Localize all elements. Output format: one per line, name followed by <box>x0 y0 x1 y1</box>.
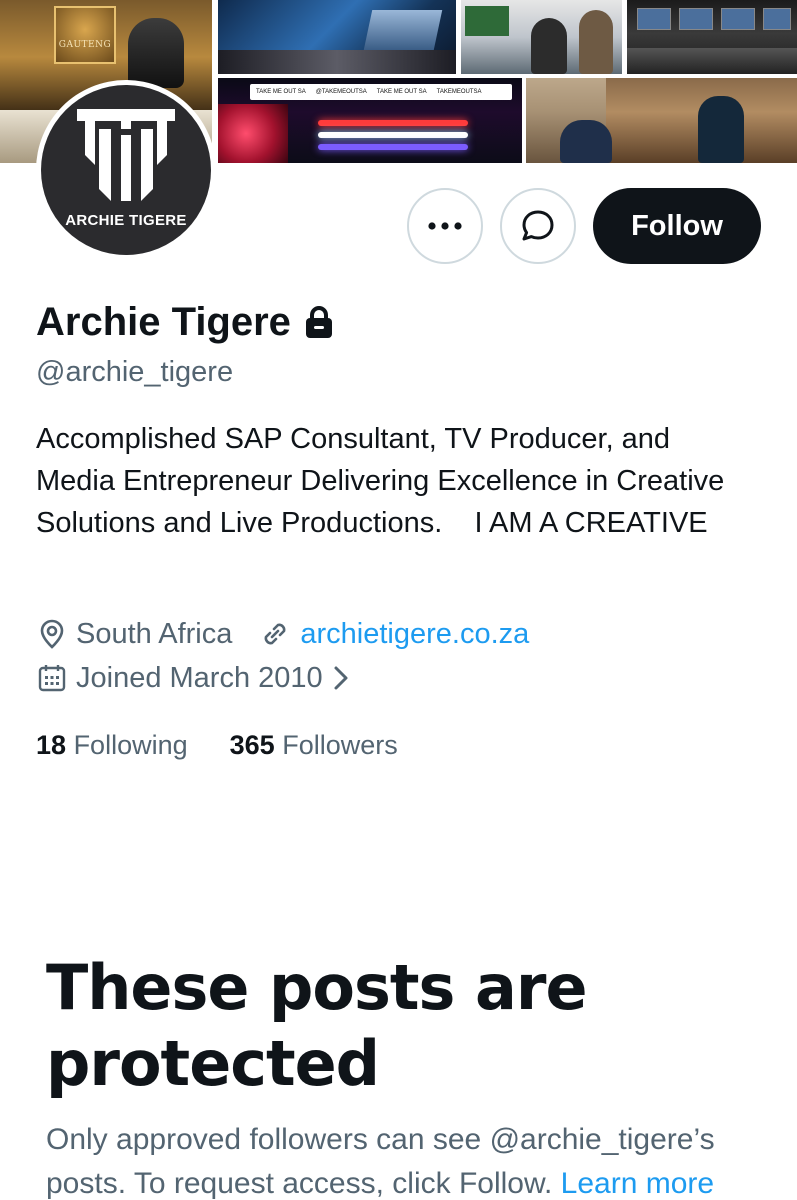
control-monitor <box>637 8 671 30</box>
profile-name: Archie Tigere <box>36 300 291 344</box>
following-link[interactable]: 18 Following <box>36 725 188 765</box>
light-bar <box>318 144 468 150</box>
message-bubble-icon <box>522 210 554 241</box>
followers-label: Followers <box>282 730 398 760</box>
office-person <box>560 120 612 163</box>
more-horizontal-icon <box>428 222 462 230</box>
studio-sign-text: GAUTENG <box>58 40 112 50</box>
location: South Africa <box>36 614 232 654</box>
calendar-icon <box>38 665 66 692</box>
link-icon <box>264 623 286 645</box>
avatar-logo-text: ARCHIE TIGERE <box>65 212 187 229</box>
control-monitor <box>679 8 713 30</box>
set-panel <box>363 10 443 50</box>
tigere-logo-icon <box>77 109 175 201</box>
avatar-logo: ARCHIE TIGERE <box>41 85 211 255</box>
profile-avatar[interactable]: ARCHIE TIGERE <box>36 80 216 260</box>
control-monitor <box>763 8 791 30</box>
following-count: 18 <box>36 730 67 760</box>
location-text: South Africa <box>76 618 233 650</box>
join-date[interactable]: Joined March 2010 <box>36 658 351 698</box>
control-monitor <box>721 8 755 30</box>
interview-person <box>531 18 567 74</box>
message-button[interactable] <box>500 188 576 264</box>
camera-shape <box>128 18 184 88</box>
location-pin-icon <box>40 619 64 649</box>
website[interactable]: archietigere.co.za <box>258 614 529 654</box>
profile-name-row: Archie Tigere <box>36 296 333 348</box>
studio-plaque <box>54 6 116 64</box>
followers-link[interactable]: 365 Followers <box>230 725 398 765</box>
protected-title: These posts are protected <box>46 951 588 1100</box>
interview-person <box>579 10 613 74</box>
strip-item: TAKE ME OUT SA <box>376 89 427 95</box>
social-strip: TAKE ME OUT SA @TAKEMEOUTSA TAKE ME OUT … <box>250 84 512 100</box>
strip-item: @TAKEMEOUTSA <box>315 89 367 95</box>
followers-count: 365 <box>229 730 275 760</box>
banner-photo-control-room <box>627 0 797 74</box>
profile-handle: @archie_tigere <box>36 356 234 388</box>
set-floor <box>218 50 456 74</box>
lock-icon <box>305 306 332 338</box>
follow-button[interactable]: Follow <box>593 188 761 264</box>
light-bar <box>318 120 468 126</box>
banner-photo-interview <box>461 0 622 74</box>
more-options-button[interactable] <box>407 188 483 264</box>
join-date-text: Joined March 2010 <box>76 662 323 694</box>
banner-photo-office <box>526 78 797 163</box>
learn-more-link[interactable]: Learn more <box>561 1167 714 1200</box>
interview-screen <box>465 6 509 36</box>
strip-item: TAKE ME OUT SA <box>256 89 306 95</box>
profile-meta-row: Joined March 2010 <box>36 658 377 698</box>
follow-stats: 18 Following 365 Followers <box>36 725 440 765</box>
banner-photo-stage: TAKE ME OUT SA @TAKEMEOUTSA TAKE ME OUT … <box>218 78 522 163</box>
website-link[interactable]: archietigere.co.za <box>300 614 529 654</box>
banner-photo-set <box>218 0 456 74</box>
chevron-right-icon <box>334 666 348 690</box>
led-wall <box>218 104 288 163</box>
office-person <box>698 96 744 163</box>
light-bar <box>318 132 468 138</box>
control-desk <box>627 48 797 74</box>
following-label: Following <box>73 730 188 760</box>
strip-item: TAKEMEOUTSA <box>436 89 482 95</box>
profile-meta-row: South Africa archietigere.co.za <box>36 614 555 654</box>
protected-description: Only approved followers can see @archie_… <box>46 1118 786 1200</box>
profile-bio: Accomplished SAP Consultant, TV Producer… <box>36 423 733 539</box>
